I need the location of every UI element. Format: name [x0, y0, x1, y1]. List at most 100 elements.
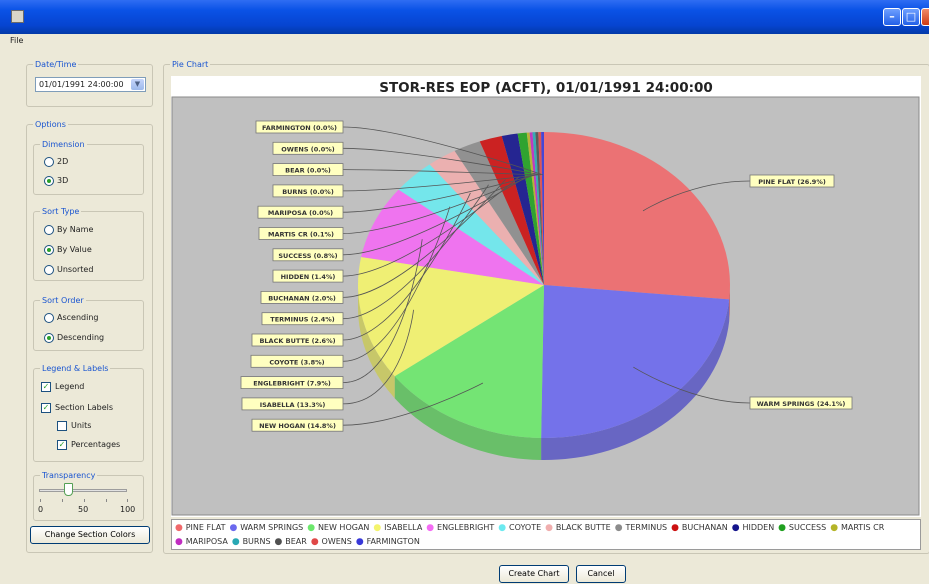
- datetime-value: 01/01/1991 24:00:00: [39, 80, 124, 89]
- transparency-slider-track[interactable]: [39, 489, 127, 492]
- radio-3d[interactable]: 3D: [41, 175, 68, 187]
- radio-2d[interactable]: 2D: [41, 156, 68, 168]
- label-text: COYOTE (3.8%): [269, 358, 324, 366]
- legend-check-icon[interactable]: ✓: [41, 382, 51, 392]
- change-section-colors-button[interactable]: Change Section Colors: [30, 526, 150, 544]
- legend-item: ● PINE FLAT: [175, 521, 225, 535]
- legend-item: ● OWENS: [311, 535, 352, 549]
- radio-3d-indicator[interactable]: [44, 176, 54, 186]
- legend-item: ● BLACK BUTTE: [545, 521, 611, 535]
- menu-bar: File: [0, 34, 929, 50]
- legend-color-dot: ●: [355, 537, 367, 547]
- units-checkbox[interactable]: Units: [57, 420, 91, 432]
- legend-item: ● NEW HOGAN: [307, 521, 369, 535]
- label-text: BLACK BUTTE (2.6%): [259, 337, 335, 345]
- legend-item: ● COYOTE: [498, 521, 541, 535]
- radio-ascending-indicator[interactable]: [44, 313, 54, 323]
- legend-item: ● ENGLEBRIGHT: [426, 521, 494, 535]
- radio-descending-label: Descending: [57, 333, 105, 342]
- slider-tick: [40, 499, 41, 502]
- close-button[interactable]: [921, 8, 929, 26]
- legend-color-dot: ●: [229, 523, 241, 533]
- sort-type-group: Sort Type By Name By Value Unsorted: [33, 206, 144, 281]
- radio-unsorted-label: Unsorted: [57, 265, 94, 274]
- create-chart-button[interactable]: Create Chart: [499, 565, 569, 583]
- slider-mid-label: 50: [78, 505, 89, 514]
- legend-color-dot: ●: [231, 537, 243, 547]
- window-titlebar[interactable]: – □: [0, 0, 929, 34]
- radio-2d-indicator[interactable]: [44, 157, 54, 167]
- chart-legend: ● PINE FLAT ● WARM SPRINGS ● NEW HOGAN ● IS…: [171, 519, 921, 550]
- legend-item: ● TERMINUS: [615, 521, 667, 535]
- legend-color-dot: ●: [614, 523, 626, 533]
- radio-by-value[interactable]: By Value: [41, 244, 92, 256]
- label-text: BEAR (0.0%): [285, 167, 331, 175]
- legend-color-dot: ●: [426, 523, 438, 533]
- slider-min-label: 0: [38, 505, 44, 514]
- label-text: NEW HOGAN (14.8%): [259, 422, 336, 430]
- transparency-group: Transparency: [33, 470, 144, 521]
- label-text: ISABELLA (13.3%): [260, 401, 326, 409]
- label-text: ENGLEBRIGHT (7.9%): [253, 380, 331, 388]
- slider-max-label: 100: [120, 505, 136, 514]
- sort-type-group-title: Sort Type: [40, 206, 82, 217]
- legend-label: BLACK BUTTE: [555, 523, 611, 532]
- transparency-slider-thumb[interactable]: [64, 483, 73, 496]
- pie-chart-group-title: Pie Chart: [170, 59, 211, 70]
- legend-label: COYOTE: [509, 523, 542, 532]
- chevron-down-icon[interactable]: ▼: [131, 79, 144, 90]
- maximize-button[interactable]: □: [902, 8, 920, 26]
- percentages-checkbox[interactable]: ✓ Percentages: [57, 439, 120, 451]
- datetime-combo[interactable]: 01/01/1991 24:00:00 ▼: [35, 77, 146, 92]
- radio-ascending[interactable]: Ascending: [41, 312, 98, 324]
- radio-by-name-indicator[interactable]: [44, 225, 54, 235]
- units-check-box[interactable]: [57, 421, 67, 431]
- label-text: MARTIS CR (0.1%): [268, 231, 334, 239]
- section-labels-checkbox[interactable]: ✓ Section Labels: [41, 402, 113, 414]
- section-labels-check-icon[interactable]: ✓: [41, 403, 51, 413]
- radio-2d-label: 2D: [57, 157, 69, 166]
- legend-checkbox[interactable]: ✓ Legend: [41, 381, 84, 393]
- legend-label: ENGLEBRIGHT: [437, 523, 495, 532]
- datetime-group-title: Date/Time: [33, 59, 79, 70]
- label-text: PINE FLAT (26.9%): [758, 178, 826, 186]
- options-group-title: Options: [33, 119, 68, 130]
- section-labels-checkbox-label: Section Labels: [55, 403, 114, 412]
- label-text: TERMINUS (2.4%): [270, 316, 334, 324]
- radio-by-value-label: By Value: [57, 245, 92, 254]
- label-text: BURNS (0.0%): [282, 188, 334, 196]
- radio-descending[interactable]: Descending: [41, 332, 104, 344]
- legend-item: ● MARTIS CR: [830, 521, 884, 535]
- label-text: HIDDEN (1.4%): [281, 273, 336, 281]
- radio-unsorted-indicator[interactable]: [44, 265, 54, 275]
- slider-tick: [106, 499, 107, 502]
- radio-by-name[interactable]: By Name: [41, 224, 93, 236]
- sort-order-group: Sort Order Ascending Descending: [33, 295, 144, 351]
- legend-item: ● HIDDEN: [732, 521, 774, 535]
- legend-color-dot: ●: [175, 523, 186, 533]
- slider-tick: [127, 499, 128, 502]
- legend-label: BEAR: [285, 537, 307, 546]
- percentages-check-icon[interactable]: ✓: [57, 440, 67, 450]
- pie-chart: PINE FLAT (26.9%) WARM SPRINGS (24.1%) FAR…: [171, 96, 920, 516]
- legend-color-dot: ●: [731, 523, 743, 533]
- legend-label: SUCCESS: [788, 523, 827, 532]
- legend-item: ● SUCCESS: [778, 521, 826, 535]
- radio-by-value-indicator[interactable]: [44, 245, 54, 255]
- legend-label: FARMINGTON: [366, 537, 420, 546]
- radio-descending-indicator[interactable]: [44, 333, 54, 343]
- cancel-button[interactable]: Cancel: [576, 565, 626, 583]
- app-icon: [11, 10, 24, 23]
- legend-labels-group-title: Legend & Labels: [40, 363, 111, 374]
- menu-file[interactable]: File: [10, 36, 23, 45]
- label-text: MARIPOSA (0.0%): [268, 209, 333, 217]
- legend-label: ISABELLA: [384, 523, 423, 532]
- dimension-group: Dimension 2D 3D: [33, 139, 144, 195]
- radio-unsorted[interactable]: Unsorted: [41, 264, 93, 276]
- legend-color-dot: ●: [830, 523, 841, 533]
- chart-panel: STOR-RES EOP (ACFT), 01/01/1991 24:00:00…: [171, 76, 921, 517]
- radio-ascending-label: Ascending: [57, 313, 99, 322]
- minimize-button[interactable]: –: [883, 8, 901, 26]
- legend-color-dot: ●: [671, 523, 682, 533]
- legend-item: ● FARMINGTON: [356, 535, 420, 549]
